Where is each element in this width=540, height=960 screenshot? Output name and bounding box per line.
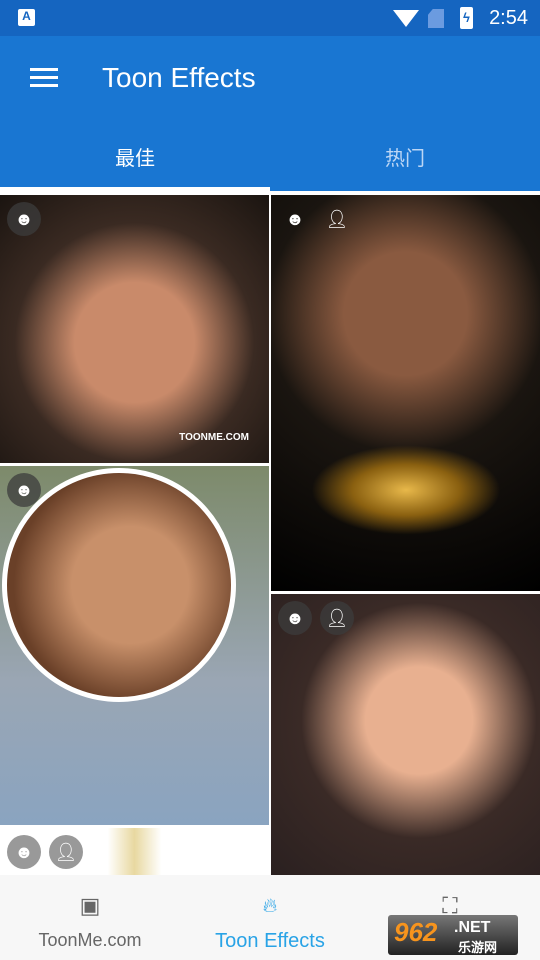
watermark-text: TOONME.COM — [179, 432, 249, 443]
nav-toonme[interactable]: ▣ ToonMe.com — [0, 875, 180, 960]
toon-face-icon: ☻ — [278, 601, 312, 635]
toon-face-icon: ☻ — [285, 209, 305, 229]
clock: 2:54 — [489, 7, 528, 29]
effect-tile[interactable]: ☻ 👤︎ — [271, 195, 540, 591]
toon-face-icon: ☻ — [7, 202, 41, 236]
wifi-icon — [393, 10, 419, 27]
watermark-logo: 962 .NET 乐游网 — [388, 915, 518, 955]
app-title: Toon Effects — [102, 62, 256, 93]
tab-popular[interactable]: 热门 — [270, 142, 540, 171]
battery-charging-icon: ϟ — [460, 7, 473, 29]
effect-tile[interactable]: ☻ 👤︎ — [271, 594, 540, 875]
nav-toon-effects[interactable]: 🔥︎ Toon Effects — [180, 875, 360, 960]
a-icon: A — [18, 9, 35, 26]
tab-best[interactable]: 最佳 — [0, 142, 270, 171]
effect-tile[interactable]: ☻ 👤︎ — [0, 828, 269, 875]
person-icon: 👤︎ — [49, 835, 83, 869]
flame-icon: 🔥︎ — [262, 895, 278, 917]
hamburger-icon[interactable] — [30, 68, 58, 88]
portrait-icon: ▣ — [79, 893, 101, 918]
toon-face-icon: ☻ — [7, 473, 41, 507]
person-icon: 👤︎ — [320, 601, 354, 635]
no-sim-icon — [428, 9, 444, 28]
effect-tile[interactable]: ☻ TOONME.COM — [0, 195, 269, 463]
person-icon: 👤︎ — [325, 209, 349, 229]
toon-face-icon: ☻ — [7, 835, 41, 869]
tab-indicator — [0, 187, 270, 191]
effect-tile[interactable]: ☻ — [0, 466, 269, 825]
app-bar: Toon Effects 最佳 热门 — [0, 36, 540, 191]
status-bar: A ϟ 2:54 — [0, 0, 540, 36]
